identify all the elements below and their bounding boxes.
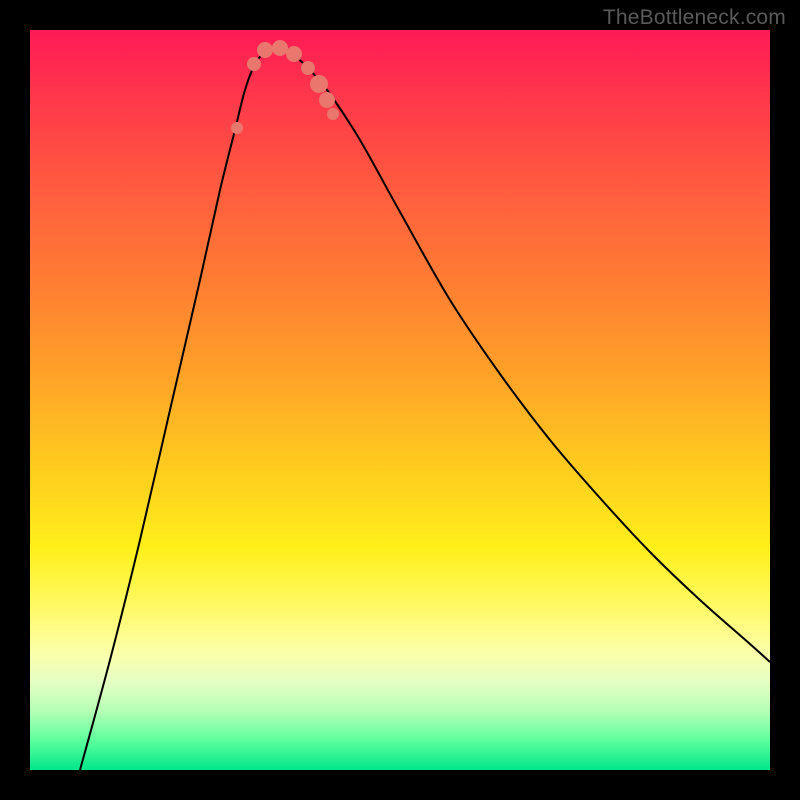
- highlight-dot: [319, 92, 335, 108]
- highlight-dot: [286, 46, 302, 62]
- highlight-dot: [257, 42, 273, 58]
- curve-svg: [30, 30, 770, 770]
- highlight-dots: [231, 40, 339, 134]
- watermark-text: TheBottleneck.com: [603, 6, 786, 30]
- outer-frame: TheBottleneck.com: [0, 0, 800, 800]
- highlight-dot: [301, 61, 315, 75]
- highlight-dot: [272, 40, 288, 56]
- highlight-dot: [327, 108, 339, 120]
- plot-area: [30, 30, 770, 770]
- highlight-dot: [310, 75, 328, 93]
- highlight-dot: [247, 57, 261, 71]
- highlight-dot: [231, 122, 243, 134]
- bottleneck-curve: [80, 48, 770, 770]
